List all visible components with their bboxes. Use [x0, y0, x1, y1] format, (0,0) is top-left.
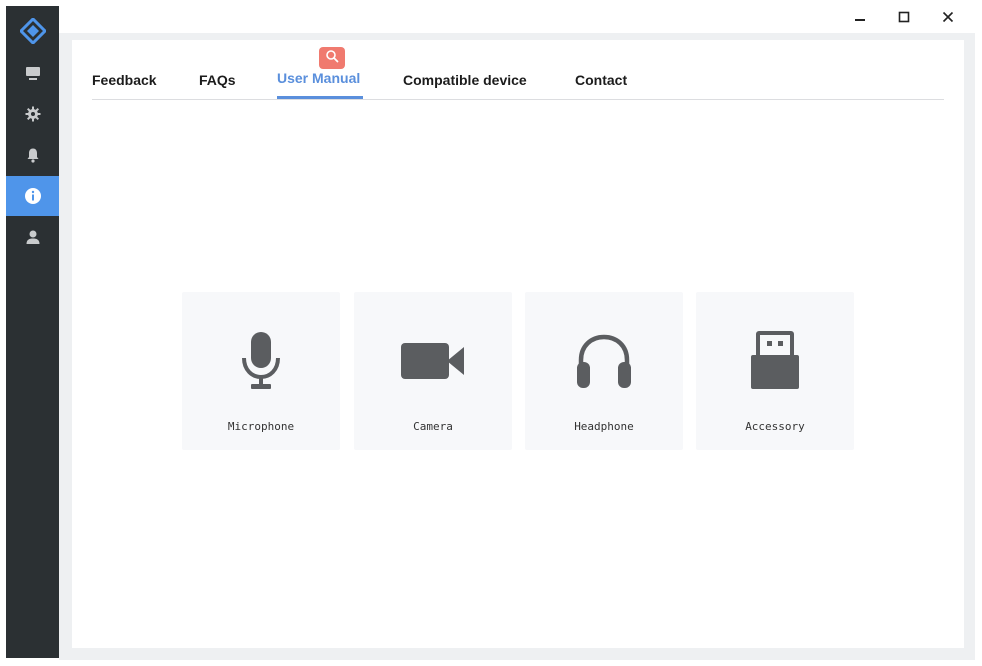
tab-user-manual[interactable]: User Manual	[277, 70, 360, 86]
gear-icon	[25, 106, 41, 122]
usb-icon	[749, 330, 801, 396]
tab-divider	[92, 99, 944, 100]
info-icon	[24, 187, 42, 205]
tab-compatible-device[interactable]: Compatible device	[403, 72, 527, 88]
card-accessory[interactable]: Accessory	[696, 292, 854, 450]
microphone-icon	[239, 330, 283, 397]
sidebar-item-device[interactable]	[6, 53, 59, 93]
sidebar-item-about[interactable]	[6, 176, 59, 216]
close-button[interactable]	[926, 8, 970, 30]
sidebar-item-settings[interactable]	[6, 94, 59, 134]
window-controls	[838, 8, 970, 30]
tab-faqs[interactable]: FAQs	[199, 72, 236, 88]
sidebar-item-account[interactable]	[6, 217, 59, 257]
camera-icon	[400, 341, 466, 386]
sidebar	[6, 6, 59, 658]
card-label-camera: Camera	[413, 420, 453, 433]
card-label-microphone: Microphone	[227, 420, 295, 433]
maximize-icon	[898, 10, 910, 28]
sidebar-item-notifications[interactable]	[6, 135, 59, 175]
search-button[interactable]	[319, 47, 345, 69]
app-logo-icon	[18, 16, 48, 46]
card-label-headphone: Headphone	[574, 420, 634, 433]
tab-feedback[interactable]: Feedback	[92, 72, 157, 88]
monitor-icon	[25, 65, 41, 81]
card-microphone[interactable]: Microphone	[182, 292, 340, 450]
active-tab-indicator	[277, 96, 363, 99]
headphone-icon	[575, 332, 633, 395]
user-icon	[25, 229, 41, 245]
card-label-accessory: Accessory	[745, 420, 805, 433]
close-icon	[942, 10, 954, 28]
card-camera[interactable]: Camera	[354, 292, 512, 450]
tab-contact[interactable]: Contact	[575, 72, 627, 88]
minimize-icon	[854, 10, 866, 28]
bell-icon	[25, 147, 41, 163]
minimize-button[interactable]	[838, 8, 882, 30]
maximize-button[interactable]	[882, 8, 926, 30]
search-icon	[325, 49, 339, 68]
card-headphone[interactable]: Headphone	[525, 292, 683, 450]
